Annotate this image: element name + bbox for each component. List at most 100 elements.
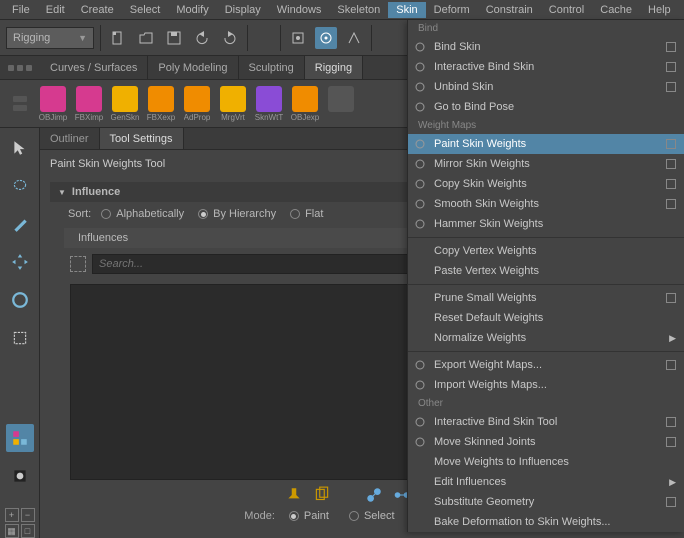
menu-item[interactable]: Substitute Geometry: [408, 492, 684, 512]
menu-item[interactable]: Hammer Skin Weights: [408, 214, 684, 234]
redo-icon[interactable]: [219, 27, 241, 49]
menu-cache[interactable]: Cache: [592, 2, 640, 18]
separator: [280, 25, 281, 51]
weights-tool-icon[interactable]: [6, 424, 34, 452]
option-box-icon[interactable]: [666, 82, 676, 92]
panel-tab[interactable]: Tool Settings: [100, 128, 184, 149]
menu-item[interactable]: Smooth Skin Weights: [408, 194, 684, 214]
shelf-item[interactable]: SknWtT: [252, 86, 286, 122]
option-box-icon[interactable]: [666, 497, 676, 507]
option-box-icon[interactable]: [666, 159, 676, 169]
shelf-item[interactable]: GenSkn: [108, 86, 142, 122]
shelf-toggle-icon[interactable]: [6, 96, 34, 111]
menu-create[interactable]: Create: [73, 2, 122, 18]
menu-item[interactable]: Paint Skin Weights: [408, 134, 684, 154]
menu-item[interactable]: Interactive Bind Skin: [408, 57, 684, 77]
sort-option[interactable]: Flat: [290, 208, 323, 220]
menu-item[interactable]: Go to Bind Pose: [408, 97, 684, 117]
menu-display[interactable]: Display: [217, 2, 269, 18]
menu-item[interactable]: Edit Influences▶: [408, 472, 684, 492]
menu-windows[interactable]: Windows: [269, 2, 330, 18]
shelf-item-icon: [148, 86, 174, 112]
menu-item-icon: [412, 79, 428, 95]
copy-icon[interactable]: [313, 486, 331, 504]
menu-item[interactable]: Bake Deformation to Skin Weights...: [408, 512, 684, 532]
menu-skeleton[interactable]: Skeleton: [329, 2, 388, 18]
move-tool-icon[interactable]: [6, 248, 34, 276]
option-box-icon[interactable]: [666, 437, 676, 447]
workspace-select[interactable]: Rigging ▼: [6, 27, 94, 49]
snap-icon-1[interactable]: [287, 27, 309, 49]
view-sub-icon[interactable]: −: [21, 508, 35, 522]
menu-control[interactable]: Control: [541, 2, 592, 18]
sort-option[interactable]: By Hierarchy: [198, 208, 276, 220]
menu-item[interactable]: Unbind Skin: [408, 77, 684, 97]
joint-icon-1[interactable]: [365, 486, 383, 504]
mode-option[interactable]: Paint: [289, 510, 329, 522]
shelf-item[interactable]: MrgVrt: [216, 86, 250, 122]
menu-constrain[interactable]: Constrain: [478, 2, 541, 18]
shelf-tab[interactable]: Poly Modeling: [148, 56, 238, 79]
option-box-icon[interactable]: [666, 139, 676, 149]
menu-help[interactable]: Help: [640, 2, 679, 18]
option-box-icon[interactable]: [666, 42, 676, 52]
menu-skin[interactable]: Skin: [388, 2, 425, 18]
rotate-tool-icon[interactable]: [6, 286, 34, 314]
open-scene-icon[interactable]: [135, 27, 157, 49]
shelf-item[interactable]: OBJimp: [36, 86, 70, 122]
menu-item-icon: [412, 136, 428, 152]
save-scene-icon[interactable]: [163, 27, 185, 49]
menu-item[interactable]: Interactive Bind Skin Tool: [408, 412, 684, 432]
undo-icon[interactable]: [191, 27, 213, 49]
menu-item[interactable]: Import Weights Maps...: [408, 375, 684, 395]
menu-file[interactable]: File: [4, 2, 38, 18]
menu-modify[interactable]: Modify: [168, 2, 216, 18]
menu-item[interactable]: Copy Skin Weights: [408, 174, 684, 194]
shelf-tab[interactable]: Curves / Surfaces: [40, 56, 148, 79]
shelf-item[interactable]: OBJexp: [288, 86, 322, 122]
shelf-item[interactable]: AdProp: [180, 86, 214, 122]
shelf-item[interactable]: FBXimp: [72, 86, 106, 122]
shelf-menu-icon[interactable]: [0, 56, 40, 79]
view-add-icon[interactable]: +: [5, 508, 19, 522]
option-box-icon[interactable]: [666, 360, 676, 370]
menu-item[interactable]: Bind Skin: [408, 37, 684, 57]
new-scene-icon[interactable]: [107, 27, 129, 49]
select-tool-icon[interactable]: [6, 134, 34, 162]
panel-tab[interactable]: Outliner: [40, 128, 100, 149]
marquee-tool-icon[interactable]: [6, 324, 34, 352]
snap-icon-2[interactable]: [315, 27, 337, 49]
shelf-item[interactable]: [324, 86, 358, 122]
option-box-icon[interactable]: [666, 293, 676, 303]
pin-icon[interactable]: [285, 486, 303, 504]
menu-item[interactable]: Move Weights to Influences: [408, 452, 684, 472]
menu-select[interactable]: Select: [122, 2, 169, 18]
shelf-tab[interactable]: Sculpting: [239, 56, 305, 79]
paint-tool-icon[interactable]: [6, 210, 34, 238]
snap-icon-3[interactable]: [343, 27, 365, 49]
menu-item[interactable]: Move Skinned Joints: [408, 432, 684, 452]
shade-tool-icon[interactable]: [6, 462, 34, 490]
menu-item[interactable]: Normalize Weights▶: [408, 328, 684, 348]
menu-item[interactable]: Copy Vertex Weights: [408, 241, 684, 261]
menu-item[interactable]: Paste Vertex Weights: [408, 261, 684, 281]
option-box-icon[interactable]: [666, 199, 676, 209]
option-box-icon[interactable]: [666, 417, 676, 427]
sort-option[interactable]: Alphabetically: [101, 208, 184, 220]
menu-item[interactable]: Export Weight Maps...: [408, 355, 684, 375]
menu-edit[interactable]: Edit: [38, 2, 73, 18]
menu-deform[interactable]: Deform: [426, 2, 478, 18]
menu-item[interactable]: Mirror Skin Weights: [408, 154, 684, 174]
menu-item-icon: [412, 99, 428, 115]
lasso-tool-icon[interactable]: [6, 172, 34, 200]
option-box-icon[interactable]: [666, 62, 676, 72]
menu-item[interactable]: Prune Small Weights: [408, 288, 684, 308]
filter-icon[interactable]: [70, 256, 86, 272]
shelf-item[interactable]: FBXexp: [144, 86, 178, 122]
option-box-icon[interactable]: [666, 179, 676, 189]
mode-option[interactable]: Select: [349, 510, 395, 522]
menu-item[interactable]: Reset Default Weights: [408, 308, 684, 328]
view-grid-icon[interactable]: ▦: [5, 524, 19, 538]
view-box-icon[interactable]: □: [21, 524, 35, 538]
shelf-tab[interactable]: Rigging: [305, 56, 363, 79]
